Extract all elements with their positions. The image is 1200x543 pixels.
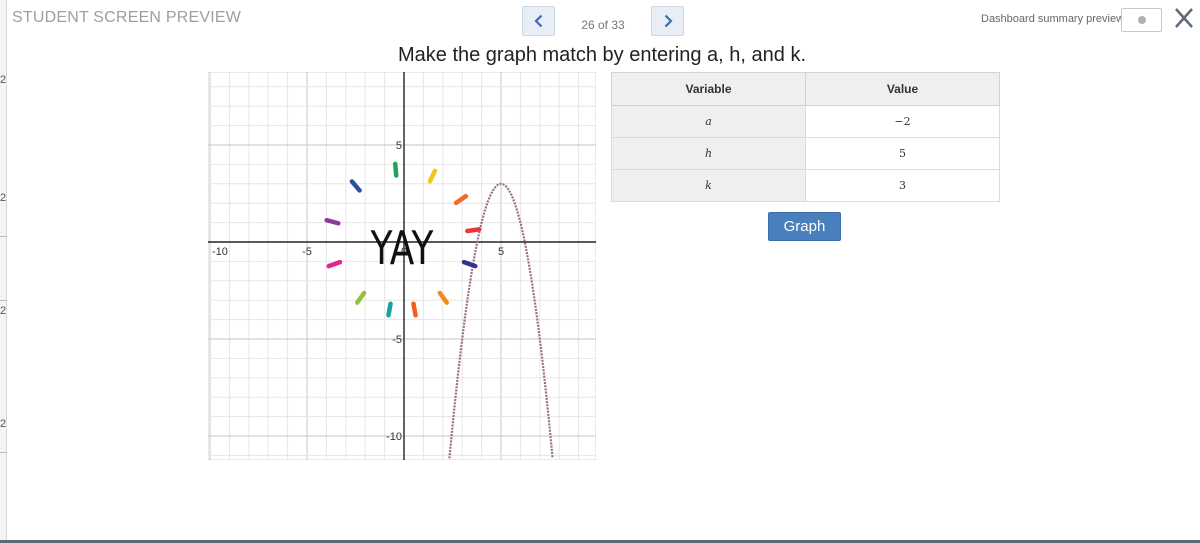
variable-cell-k: k [611, 169, 806, 202]
table-row: h 5 [611, 137, 1000, 170]
celebration-dash [386, 301, 393, 318]
coordinate-graph[interactable]: -10 -5 0 55-5-10 YAY [208, 72, 596, 460]
dashboard-summary-toggle[interactable] [1121, 8, 1162, 32]
y-tick-label: 5 [396, 140, 402, 152]
celebration-dash [324, 217, 341, 226]
celebration-dash [465, 227, 482, 234]
value-input-k[interactable]: 3 [805, 169, 1000, 202]
activity-prompt: Make the graph match by entering a, h, a… [397, 44, 807, 66]
graph-button[interactable]: Graph [768, 212, 841, 241]
table-row: a −2 [611, 105, 1000, 138]
y-tick-label: -10 [386, 431, 402, 443]
next-screen-button[interactable] [651, 6, 684, 36]
celebration-dash [392, 161, 399, 178]
toggle-dot [1137, 16, 1146, 24]
variable-cell-a: a [611, 105, 806, 138]
table-row: k 3 [611, 169, 1000, 202]
yay-text: YAY [370, 222, 434, 276]
variables-table: Variable Value a −2 h 5 k 3 [611, 72, 1000, 202]
background-page-edge: 2 2 2 2 [0, 0, 7, 543]
y-tick-label: -5 [392, 334, 402, 346]
x-tick-label: -10 [212, 246, 228, 258]
column-header-variable: Variable [611, 72, 806, 106]
x-tick-label: 5 [498, 246, 504, 258]
chevron-left-icon [533, 14, 542, 28]
value-input-a[interactable]: −2 [805, 105, 1000, 138]
value-input-h[interactable]: 5 [805, 137, 1000, 170]
previous-screen-button[interactable] [522, 6, 555, 36]
variable-cell-h: h [611, 137, 806, 170]
x-tick-label: -5 [302, 246, 312, 258]
student-preview-modal: 2 2 2 2 STUDENT SCREEN PREVIEW 26 of 33 … [0, 0, 1200, 543]
column-header-value: Value [805, 72, 1000, 106]
preview-title: STUDENT SCREEN PREVIEW [12, 9, 242, 26]
close-icon [1175, 8, 1193, 28]
celebration-dash [411, 301, 418, 318]
dashboard-summary-label: Dashboard summary preview: [981, 13, 1128, 25]
page-count: 26 of 33 [581, 18, 625, 32]
close-button[interactable] [1172, 6, 1196, 30]
graph-panel[interactable]: -10 -5 0 5 5 -5 -10 YAY [208, 72, 596, 460]
chevron-right-icon [664, 14, 673, 28]
